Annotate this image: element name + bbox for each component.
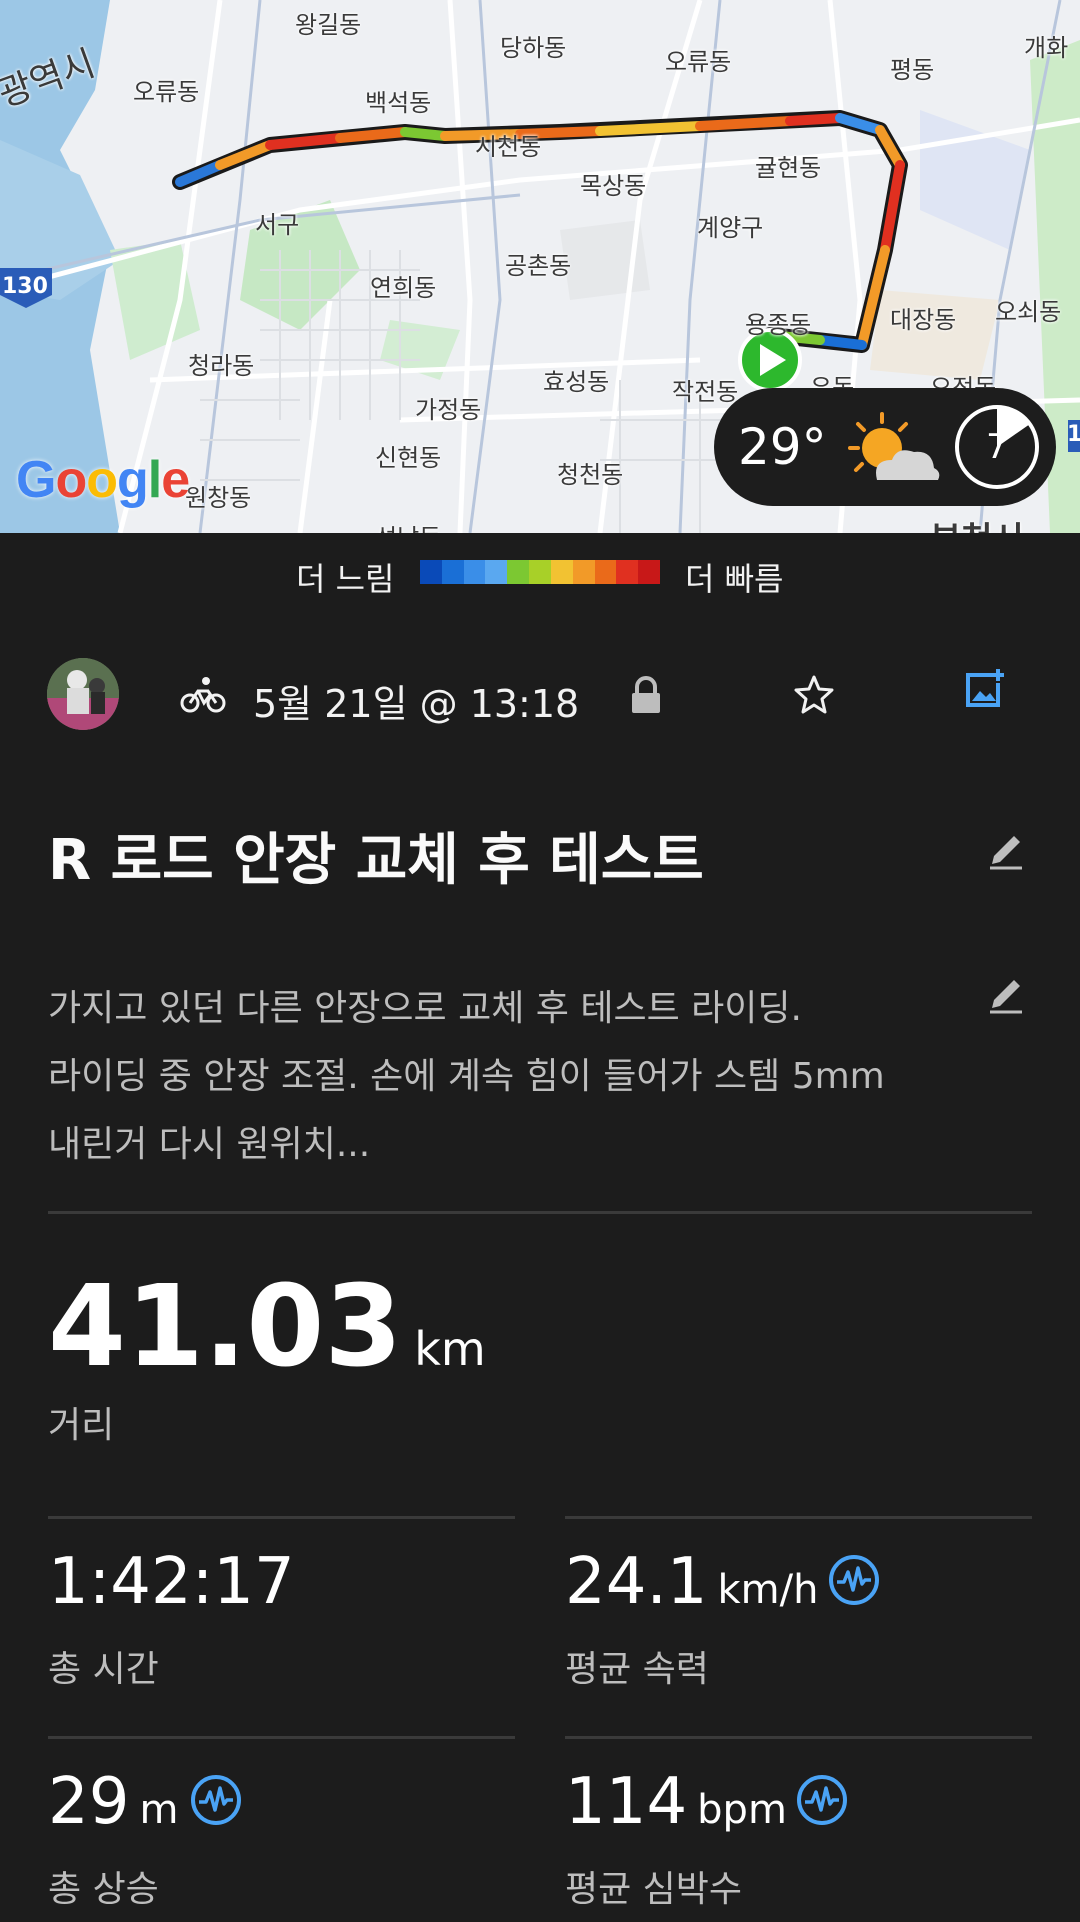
total-ascent-stat: 29 m — [48, 1765, 178, 1839]
map-label: 백석동 — [365, 89, 432, 117]
chart-pulse-icon[interactable] — [796, 1774, 848, 1826]
avg-heart-rate-stat: 114 bpm — [565, 1765, 787, 1839]
total-time-value: 1:42:17 — [48, 1545, 295, 1619]
distance-value: 41.03 — [48, 1262, 403, 1392]
avg-speed-value: 24.1 — [565, 1545, 708, 1619]
distance-label: 거리 — [48, 1405, 115, 1446]
description-line: 라이딩 중 안장 조절. 손에 계속 힘이 들어가 스템 5mm — [48, 1056, 885, 1097]
map-label: 평동 — [890, 56, 935, 84]
chart-pulse-icon[interactable] — [828, 1554, 880, 1606]
activity-title: R 로드 안장 교체 후 테스트 — [48, 828, 704, 893]
map-label: 청라동 — [188, 352, 255, 380]
avg-speed-stat: 24.1 km/h — [565, 1545, 818, 1619]
activity-description: 가지고 있던 다른 안장으로 교체 후 테스트 라이딩. 라이딩 중 안장 조절… — [48, 975, 908, 1179]
map-label: 서구 — [255, 211, 300, 239]
map-label: 청천동 — [557, 461, 624, 489]
distance-unit: km — [414, 1322, 486, 1376]
map-label: 석남동 — [375, 518, 441, 533]
avg-heart-rate-label: 평균 심박수 — [565, 1869, 743, 1910]
legend-slow-label: 더 느림 — [296, 560, 395, 598]
lock-icon[interactable] — [628, 675, 664, 715]
map-label: 귤현동 — [755, 154, 822, 182]
legend-gradient — [420, 560, 660, 584]
map-label: 공촌동 — [505, 252, 572, 280]
bicycle-icon — [180, 677, 226, 713]
map-label: 왕길동 — [295, 11, 362, 39]
total-ascent-unit: m — [139, 1787, 179, 1833]
star-icon[interactable] — [793, 673, 835, 715]
map-label: 부천시 — [930, 512, 1024, 533]
add-photo-icon[interactable] — [962, 667, 1006, 711]
temperature: 29° — [738, 418, 827, 476]
map-label: 원창동 — [185, 484, 252, 512]
map-label: 연희동 — [370, 274, 437, 302]
weather-badge[interactable]: 29° 7 — [714, 388, 1056, 506]
chart-pulse-icon[interactable] — [190, 1774, 242, 1826]
avg-speed-unit: km/h — [717, 1567, 819, 1613]
map-label: 목상동 — [580, 172, 647, 200]
legend-fast-label: 더 빠름 — [685, 560, 784, 598]
divider — [48, 1516, 515, 1519]
google-logo: Google — [16, 451, 190, 509]
map-label: 계양구 — [697, 214, 764, 242]
total-time-stat: 1:42:17 — [48, 1545, 295, 1619]
wind-speed: 7 — [986, 427, 1008, 467]
map-label: 오류동 — [133, 78, 200, 106]
map-label: 용종동 — [745, 311, 812, 339]
avatar[interactable] — [47, 658, 119, 730]
divider — [565, 1516, 1032, 1519]
map-label: 작전동 — [672, 378, 739, 406]
activity-header: 5월 21일 @ 13:18 — [0, 655, 1080, 735]
map-label: 대장동 — [890, 306, 957, 334]
avg-heart-rate-unit: bpm — [697, 1787, 787, 1833]
edit-title-icon[interactable] — [984, 828, 1028, 872]
map-label: 효성동 — [543, 368, 610, 396]
avg-speed-label: 평균 속력 — [565, 1649, 709, 1690]
distance-stat: 41.03 km — [48, 1262, 486, 1392]
divider — [48, 1211, 1032, 1214]
route-map[interactable]: 왕길동 당하동 오류동 평동 개화 광역시 오류동 백석동 시천동 목상동 귤현… — [0, 0, 1080, 533]
total-ascent-label: 총 상승 — [48, 1869, 159, 1910]
total-ascent-value: 29 — [48, 1765, 130, 1839]
map-label: 오류동 — [665, 48, 732, 76]
map-label: 시천동 — [475, 133, 542, 161]
divider — [48, 1736, 515, 1739]
highway-label: 130 — [2, 274, 48, 299]
partly-cloudy-icon — [848, 412, 940, 480]
total-time-label: 총 시간 — [48, 1649, 159, 1690]
map-label: 가정동 — [415, 396, 482, 424]
map-label: 개화 — [1024, 34, 1069, 62]
edit-description-icon[interactable] — [984, 972, 1028, 1016]
highway-label: 1 — [1067, 422, 1080, 447]
activity-date: 5월 21일 @ 13:18 — [253, 682, 580, 726]
description-line: 내린거 다시 원위치... — [48, 1124, 371, 1165]
description-line: 가지고 있던 다른 안장으로 교체 후 테스트 라이딩. — [48, 988, 802, 1029]
map-label: 당하동 — [500, 34, 567, 62]
speed-legend: 더 느림 더 빠름 — [0, 552, 1080, 598]
map-label: 오쇠동 — [995, 298, 1062, 326]
divider — [565, 1736, 1032, 1739]
avg-heart-rate-value: 114 — [565, 1765, 688, 1839]
map-label: 신현동 — [375, 444, 442, 472]
